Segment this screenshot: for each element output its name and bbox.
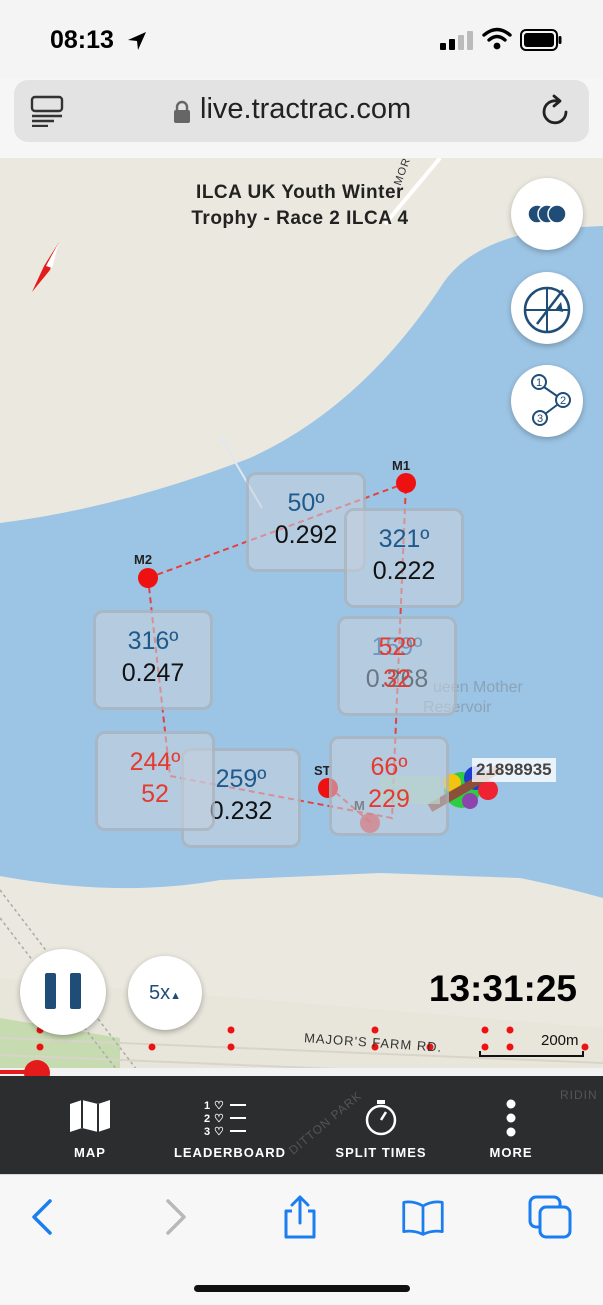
- race-map[interactable]: ILCA UK Youth Winter Trophy - Race 2 ILC…: [0, 158, 603, 1074]
- mark-m2[interactable]: [138, 568, 158, 588]
- leg-angle: 52º: [378, 633, 416, 661]
- more-icon: [506, 1099, 516, 1137]
- svg-text:1: 1: [536, 377, 542, 389]
- playback-speed-button[interactable]: 5x▲: [128, 956, 202, 1030]
- leg-box[interactable]: 321º 0.222: [344, 508, 464, 608]
- leg-angle: 321º: [378, 525, 430, 553]
- boats-toggle-button[interactable]: [511, 178, 583, 250]
- leg-angle: 66º: [370, 753, 408, 781]
- course-marks-button[interactable]: 1 2 3: [511, 365, 583, 437]
- tab-more-label: MORE: [489, 1145, 533, 1160]
- timeline-scrubber[interactable]: [0, 1060, 603, 1086]
- numbered-marks-icon: 1 2 3: [531, 374, 571, 426]
- tabs-icon[interactable]: [528, 1195, 572, 1239]
- app-tab-bar: DITTON PARK RIDIN MAP 123 ♡ ♡ ♡ LEADERBOAR…: [0, 1076, 603, 1174]
- forward-icon[interactable]: [152, 1195, 196, 1239]
- mark-m2-label: M2: [134, 552, 153, 567]
- race-clock: 13:31:25: [428, 968, 577, 1009]
- leg-time: 229: [368, 785, 410, 813]
- mark-m1[interactable]: [396, 473, 416, 493]
- battery-icon: [520, 29, 562, 51]
- reload-icon[interactable]: [540, 94, 572, 128]
- leg-box[interactable]: 316º 0.247: [93, 610, 213, 710]
- playback-speed-value: 5x: [148, 982, 171, 1004]
- tab-leaderboard[interactable]: 123 ♡ ♡ ♡ LEADERBOARD: [155, 1076, 305, 1174]
- boats-icon: [527, 204, 567, 224]
- leg-time: 52: [141, 780, 169, 808]
- svg-text:2: 2: [204, 1113, 210, 1125]
- tab-split-times-label: SPLIT TIMES: [335, 1145, 427, 1160]
- tab-more[interactable]: MORE: [436, 1076, 586, 1174]
- url-text[interactable]: live.tractrac.com: [200, 93, 411, 126]
- mark-m1-label: M1: [392, 458, 411, 473]
- svg-text:3: 3: [204, 1126, 210, 1138]
- leg-distance: 0.222: [372, 557, 436, 585]
- address-bar[interactable]: live.tractrac.com: [14, 80, 589, 142]
- leg-distance: 0.247: [121, 659, 185, 687]
- tab-split-times[interactable]: SPLIT TIMES: [306, 1076, 456, 1174]
- svg-text:♡: ♡: [214, 1100, 224, 1112]
- svg-text:1: 1: [204, 1100, 210, 1112]
- leg-angle: 316º: [127, 627, 179, 655]
- bookmarks-icon[interactable]: [401, 1195, 445, 1239]
- browser-toolbar: [0, 1174, 603, 1305]
- cell-signal-icon: [440, 31, 473, 50]
- reader-mode-icon[interactable]: [30, 95, 64, 127]
- svg-text:♡: ♡: [214, 1126, 224, 1138]
- location-arrow-icon: [128, 32, 146, 50]
- share-icon[interactable]: [278, 1195, 322, 1239]
- leg-time: 32: [383, 665, 411, 693]
- home-indicator: [194, 1285, 410, 1292]
- leg-box[interactable]: 66º 229: [329, 736, 449, 836]
- tab-leaderboard-label: LEADERBOARD: [173, 1145, 287, 1160]
- leg-box-overlap[interactable]: 159º 0.268 52º 32: [337, 616, 457, 716]
- caret-up-icon: ▲: [170, 990, 181, 1002]
- lock-icon: [174, 100, 190, 123]
- wind-toggle-button[interactable]: [511, 272, 583, 344]
- boat-label[interactable]: 21898935: [472, 758, 556, 782]
- scale-label: 200m: [541, 1032, 579, 1049]
- status-time: 08:13: [50, 26, 114, 54]
- leaderboard-icon: 123 ♡♡♡: [204, 1100, 246, 1138]
- stopwatch-icon: [365, 1100, 397, 1136]
- wind-compass-icon: [523, 286, 571, 334]
- wifi-icon: [482, 27, 512, 50]
- race-title-line2: Trophy - Race 2 ILCA 4: [191, 208, 409, 229]
- tab-map[interactable]: MAP: [15, 1076, 165, 1174]
- race-title: ILCA UK Youth Winter Trophy - Race 2 ILC…: [160, 180, 440, 232]
- svg-text:3: 3: [537, 413, 543, 425]
- pause-icon: [45, 973, 56, 1009]
- map-icon: [70, 1100, 110, 1132]
- status-bar: 08:13: [0, 0, 603, 78]
- leg-angle: 244º: [129, 748, 181, 776]
- pause-button[interactable]: [20, 949, 106, 1035]
- svg-text:2: 2: [560, 395, 566, 407]
- leg-box[interactable]: 244º 52: [95, 731, 215, 831]
- back-icon[interactable]: [22, 1195, 66, 1239]
- tab-map-label: MAP: [74, 1145, 106, 1160]
- svg-text:♡: ♡: [214, 1113, 224, 1125]
